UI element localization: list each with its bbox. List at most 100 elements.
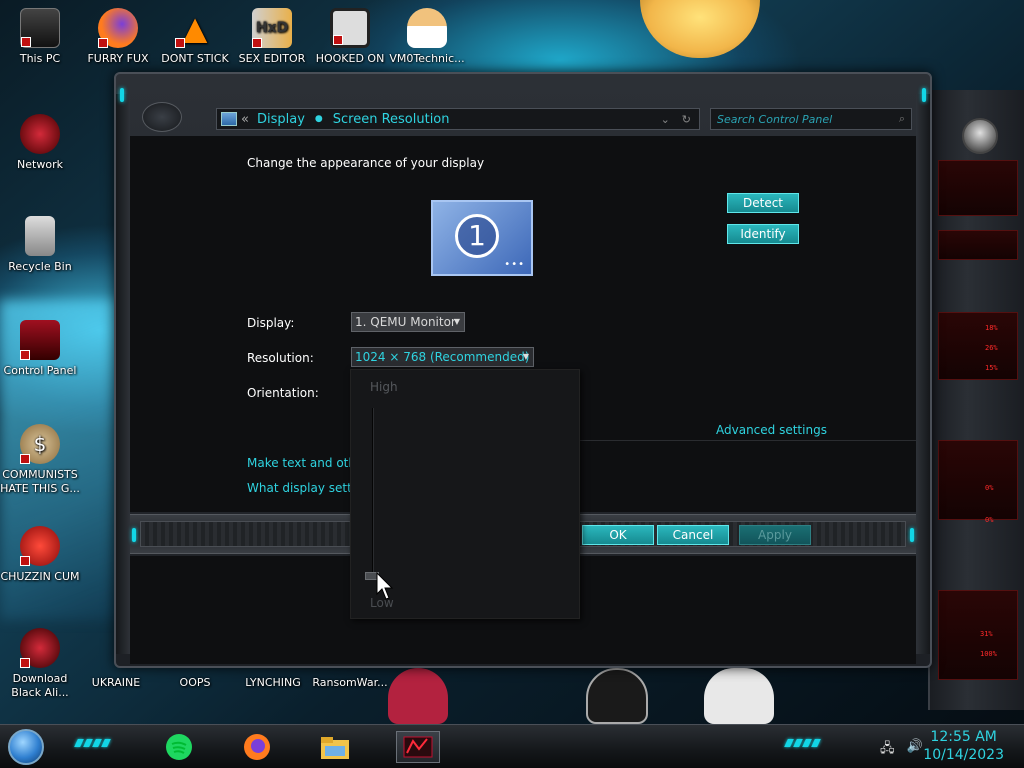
frame-light <box>132 528 136 542</box>
desktop-icon-recycle-bin[interactable]: Recycle Bin <box>0 216 80 274</box>
desktop-icon-label: COMMUNISTS HATE THIS G... <box>0 468 80 495</box>
wallpaper-cartoon-foot-left <box>388 668 448 724</box>
desktop-icon-ransomware[interactable]: RansomWar... <box>310 676 390 690</box>
frame-light <box>910 528 914 542</box>
search-icon[interactable]: ⌕ <box>899 112 905 126</box>
frame-light <box>120 88 124 102</box>
chuzzle-icon <box>20 526 60 566</box>
alien-icon <box>20 628 60 668</box>
network-tray-icon[interactable]: 🖧 <box>880 739 895 761</box>
desktop-icon-download-black-alien[interactable]: Download Black Ali... <box>0 628 80 700</box>
resolution-select-value: 1024 × 768 (Recommended) <box>355 350 530 364</box>
start-button[interactable] <box>8 729 44 765</box>
search-input[interactable]: Search Control Panel ⌕ <box>710 108 912 130</box>
monitor-preview[interactable]: 1 ••• <box>431 200 533 276</box>
desktop-icon-this-pc[interactable]: This PC <box>0 8 80 66</box>
search-placeholder: Search Control Panel <box>717 112 833 126</box>
window-frame-left <box>116 94 130 654</box>
recycle-bin-icon <box>25 216 55 256</box>
desktop-icon-vm0technic[interactable]: VM0Technic... <box>387 8 467 66</box>
resolution-select[interactable]: 1024 × 768 (Recommended) ▼ <box>351 347 534 367</box>
desktop-icon-control-panel[interactable]: Control Panel <box>0 320 80 378</box>
desktop-icon-label: DONT STICK <box>161 52 229 65</box>
monitor-dots-icon: ••• <box>504 259 525 270</box>
network-icon <box>20 114 60 154</box>
desktop-icon-label: HOOKED ON <box>315 52 385 65</box>
apply-button[interactable]: Apply <box>739 525 811 545</box>
desktop-icon-sex-editor[interactable]: HxD SEX EDITOR <box>232 8 312 66</box>
desktop-icon-dont-stick[interactable]: ▲ DONT STICK <box>155 8 235 66</box>
resolution-slider-track[interactable] <box>372 408 374 578</box>
desktop-icon-lynching[interactable]: LYNCHING <box>233 676 313 690</box>
spotify-icon <box>166 734 192 760</box>
chevron-down-icon: ▼ <box>453 317 460 326</box>
control-panel-icon <box>20 320 60 360</box>
desktop-icon-label: Recycle Bin <box>8 260 72 273</box>
display-label: Display: <box>247 316 295 330</box>
computer-icon <box>20 8 60 48</box>
slider-high-label: High <box>370 380 398 394</box>
identify-button[interactable]: Identify <box>727 224 799 244</box>
clock-date: 10/14/2023 <box>923 747 1004 763</box>
desktop-icon-label: SEX EDITOR <box>238 52 306 65</box>
taskbar-firefox-icon[interactable] <box>240 731 274 763</box>
desktop-icon-label: FURRY FUX <box>87 52 149 65</box>
desktop-icon-label: CHUZZIN CUM <box>0 570 80 583</box>
breadcrumb-display[interactable]: Display <box>257 112 305 127</box>
refresh-icon[interactable]: ↻ <box>682 113 691 126</box>
detect-button[interactable]: Detect <box>727 193 799 213</box>
desktop-icon-label: OOPS <box>179 676 211 689</box>
money-bag-icon: $ <box>20 424 60 464</box>
clock-time: 12:55 AM <box>930 729 997 745</box>
page-title: Change the appearance of your display <box>247 156 485 170</box>
address-dropdown-icon[interactable]: ⌄ <box>661 113 670 126</box>
breadcrumb-back-icon[interactable]: « <box>241 112 249 127</box>
address-bar[interactable]: « Display ● Screen Resolution ⌄ ↻ <box>216 108 700 130</box>
desktop-icon-ukraine[interactable]: UKRAINE <box>76 676 156 690</box>
desktop-icon-communists[interactable]: $ COMMUNISTS HATE THIS G... <box>0 424 80 496</box>
alienware-logo-icon <box>962 118 998 154</box>
window-frame-right <box>916 94 930 654</box>
desktop-icon-chuzzin[interactable]: CHUZZIN CUM <box>0 526 80 584</box>
taskbar: 🖧 🔊 12:55 AM 10/14/2023 <box>0 724 1024 768</box>
doctor-icon <box>407 8 447 48</box>
control-panel-icon <box>403 736 433 758</box>
display-select-value: 1. QEMU Monitor <box>355 315 456 329</box>
app-icon <box>330 8 370 48</box>
taskbar-lights <box>784 739 821 747</box>
desktop-icon-furry-fux[interactable]: FURRY FUX <box>78 8 158 66</box>
orientation-label: Orientation: <box>247 386 319 400</box>
cancel-button[interactable]: Cancel <box>657 525 729 545</box>
desktop-icon-oops[interactable]: OOPS <box>155 676 235 690</box>
taskbar-spotify-icon[interactable] <box>162 731 196 763</box>
desktop-icon-label: Control Panel <box>3 364 77 377</box>
wallpaper-cartoon-foot-right <box>704 668 774 724</box>
ok-button[interactable]: OK <box>582 525 654 545</box>
advanced-settings-link[interactable]: Advanced settings <box>716 423 827 437</box>
desktop-icon-label: LYNCHING <box>245 676 301 689</box>
wallpaper-cartoon-foot-mid <box>586 668 648 724</box>
window-badge-icon <box>142 102 182 132</box>
desktop-icon-label: This PC <box>19 52 61 65</box>
resolution-label: Resolution: <box>247 351 314 365</box>
file-explorer-icon <box>321 737 349 759</box>
desktop-icon-label: Network <box>17 158 63 171</box>
vlc-icon: ▲ <box>175 8 215 48</box>
desktop-icon-hooked-on[interactable]: HOOKED ON <box>310 8 390 66</box>
display-select[interactable]: 1. QEMU Monitor ▼ <box>351 312 465 332</box>
alienware-sidebar-panel: 18% 26% 15% 0% 0% 31% 100% <box>928 90 1024 710</box>
breadcrumb-screen-resolution[interactable]: Screen Resolution <box>333 112 450 127</box>
desktop-icon-label: VM0Technic... <box>389 52 465 65</box>
frame-light <box>922 88 926 102</box>
clock[interactable]: 12:55 AM 10/14/2023 <box>923 728 1004 764</box>
breadcrumb-separator: ● <box>314 114 323 124</box>
desktop-icon-label: UKRAINE <box>91 676 141 689</box>
mouse-cursor-icon <box>376 572 394 600</box>
desktop-icon-network[interactable]: Network <box>0 114 80 172</box>
volume-icon[interactable]: 🔊 <box>907 739 923 761</box>
control-panel-icon <box>221 112 237 126</box>
taskbar-control-panel-icon[interactable] <box>396 731 440 763</box>
taskbar-file-explorer-icon[interactable] <box>318 731 352 763</box>
system-tray: 🖧 🔊 <box>880 739 923 761</box>
desktop-icon-label: RansomWar... <box>312 676 388 689</box>
